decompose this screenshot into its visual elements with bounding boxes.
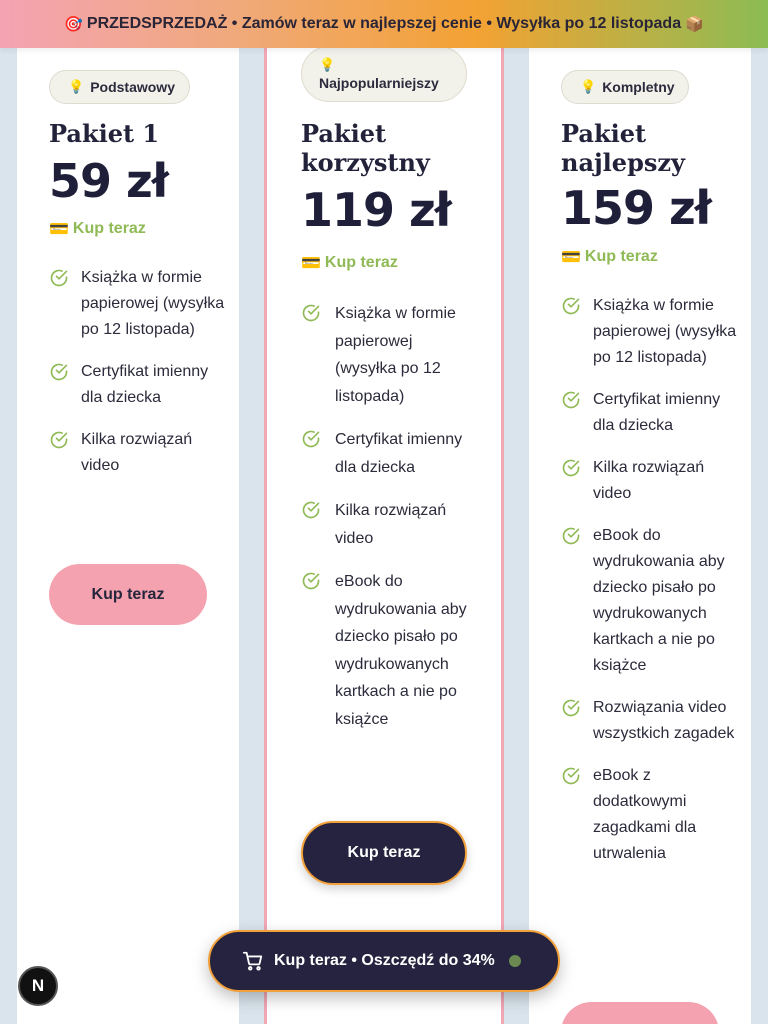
credit-card-icon: 💳 xyxy=(561,249,581,266)
plan-badge-label: Najpopularniejszy xyxy=(319,75,439,91)
plan-badge-label: Podstawowy xyxy=(90,79,175,95)
feature-item: Certyfikat imienny dla dziecka xyxy=(561,387,741,439)
buy-now-link[interactable]: 💳 Kup teraz xyxy=(49,219,146,239)
feature-item: eBook do wydrukowania aby dziecko pisało… xyxy=(561,523,741,679)
pricing-card-complete: 💡 Kompletny Pakiet najlepszy 159 zł 💳 Ku… xyxy=(529,30,751,1024)
feature-item: eBook do wydrukowania aby dziecko pisało… xyxy=(301,568,477,733)
feature-item: Książka w formie papierowej (wysyłka po … xyxy=(49,265,229,343)
check-circle-icon xyxy=(302,501,320,519)
sticky-buy-label: Kup teraz • Oszczędź do 34% xyxy=(274,952,495,969)
credit-card-icon: 💳 xyxy=(301,255,321,272)
n-logo-letter: N xyxy=(31,976,45,995)
buy-now-link-label: Kup teraz xyxy=(324,254,398,271)
lightbulb-icon: 💡 xyxy=(319,57,336,72)
plan-badge: 💡 Kompletny xyxy=(561,70,689,104)
buy-button[interactable]: Kup teraz xyxy=(49,564,207,625)
check-circle-icon xyxy=(302,304,320,322)
lightbulb-icon: 💡 xyxy=(580,79,597,94)
check-circle-icon xyxy=(562,767,580,785)
buy-now-link-label: Kup teraz xyxy=(72,220,146,237)
pricing-card-popular: 💡 Najpopularniejszy Pakiet korzystny 119… xyxy=(264,30,504,1024)
check-circle-icon xyxy=(50,363,68,381)
buy-button[interactable]: Kup teraz xyxy=(301,821,467,885)
lightbulb-icon: 💡 xyxy=(68,79,85,94)
check-circle-icon xyxy=(50,431,68,449)
check-circle-icon xyxy=(302,430,320,448)
target-icon: 🎯 xyxy=(64,16,83,33)
check-circle-icon xyxy=(50,269,68,287)
buy-button[interactable]: Kup teraz xyxy=(561,1002,719,1024)
feature-item: Książka w formie papierowej (wysyłka po … xyxy=(561,293,741,371)
credit-card-icon: 💳 xyxy=(49,221,69,238)
buy-now-link-label: Kup teraz xyxy=(584,248,658,265)
feature-item: Certyfikat imienny dla dziecka xyxy=(301,426,477,481)
check-circle-icon xyxy=(562,527,580,545)
feature-list: Książka w formie papierowej (wysyłka po … xyxy=(561,293,741,883)
feature-item: Kilka rozwiązań video xyxy=(49,427,229,479)
feature-list: Książka w formie papierowej (wysyłka po … xyxy=(49,265,229,495)
plan-price: 159 zł xyxy=(561,181,712,235)
plan-price: 59 zł xyxy=(49,154,169,208)
n-logo-icon[interactable]: N xyxy=(18,966,58,1006)
buy-now-link[interactable]: 💳 Kup teraz xyxy=(301,253,398,273)
feature-item: Certyfikat imienny dla dziecka xyxy=(49,359,229,411)
cart-icon xyxy=(242,951,263,971)
plan-badge: 💡 Najpopularniejszy xyxy=(301,46,467,102)
package-icon: 📦 xyxy=(685,16,704,33)
feature-item: Rozwiązania video wszystkich zagadek xyxy=(561,695,741,747)
feature-item: Książka w formie papierowej (wysyłka po … xyxy=(301,300,477,410)
plan-badge-label: Kompletny xyxy=(602,79,675,95)
promo-banner: 🎯 PRZEDSPRZEDAŻ • Zamów teraz w najlepsz… xyxy=(0,0,768,48)
status-dot xyxy=(508,955,521,967)
sticky-buy-bar[interactable]: Kup teraz • Oszczędź do 34% xyxy=(208,930,560,992)
plan-price: 119 zł xyxy=(301,183,452,237)
plan-badge: 💡 Podstawowy xyxy=(49,70,190,104)
check-circle-icon xyxy=(562,391,580,409)
check-circle-icon xyxy=(302,572,320,590)
check-circle-icon xyxy=(562,699,580,717)
feature-item: Kilka rozwiązań video xyxy=(301,497,477,552)
plan-title: Pakiet 1 xyxy=(49,119,160,148)
pricing-card-basic: 💡 Podstawowy Pakiet 1 59 zł 💳 Kup teraz … xyxy=(17,30,239,1024)
feature-list: Książka w formie papierowej (wysyłka po … xyxy=(301,300,477,749)
plan-title: Pakiet korzystny xyxy=(301,119,430,177)
check-circle-icon xyxy=(562,297,580,315)
feature-item: eBook z dodatkowymi zagadkami dla utrwal… xyxy=(561,763,741,867)
feature-item: Kilka rozwiązań video xyxy=(561,455,741,507)
plan-title: Pakiet najlepszy xyxy=(561,119,685,177)
promo-text: PRZEDSPRZEDAŻ • Zamów teraz w najlepszej… xyxy=(86,15,682,32)
buy-now-link[interactable]: 💳 Kup teraz xyxy=(561,247,658,267)
check-circle-icon xyxy=(562,459,580,477)
